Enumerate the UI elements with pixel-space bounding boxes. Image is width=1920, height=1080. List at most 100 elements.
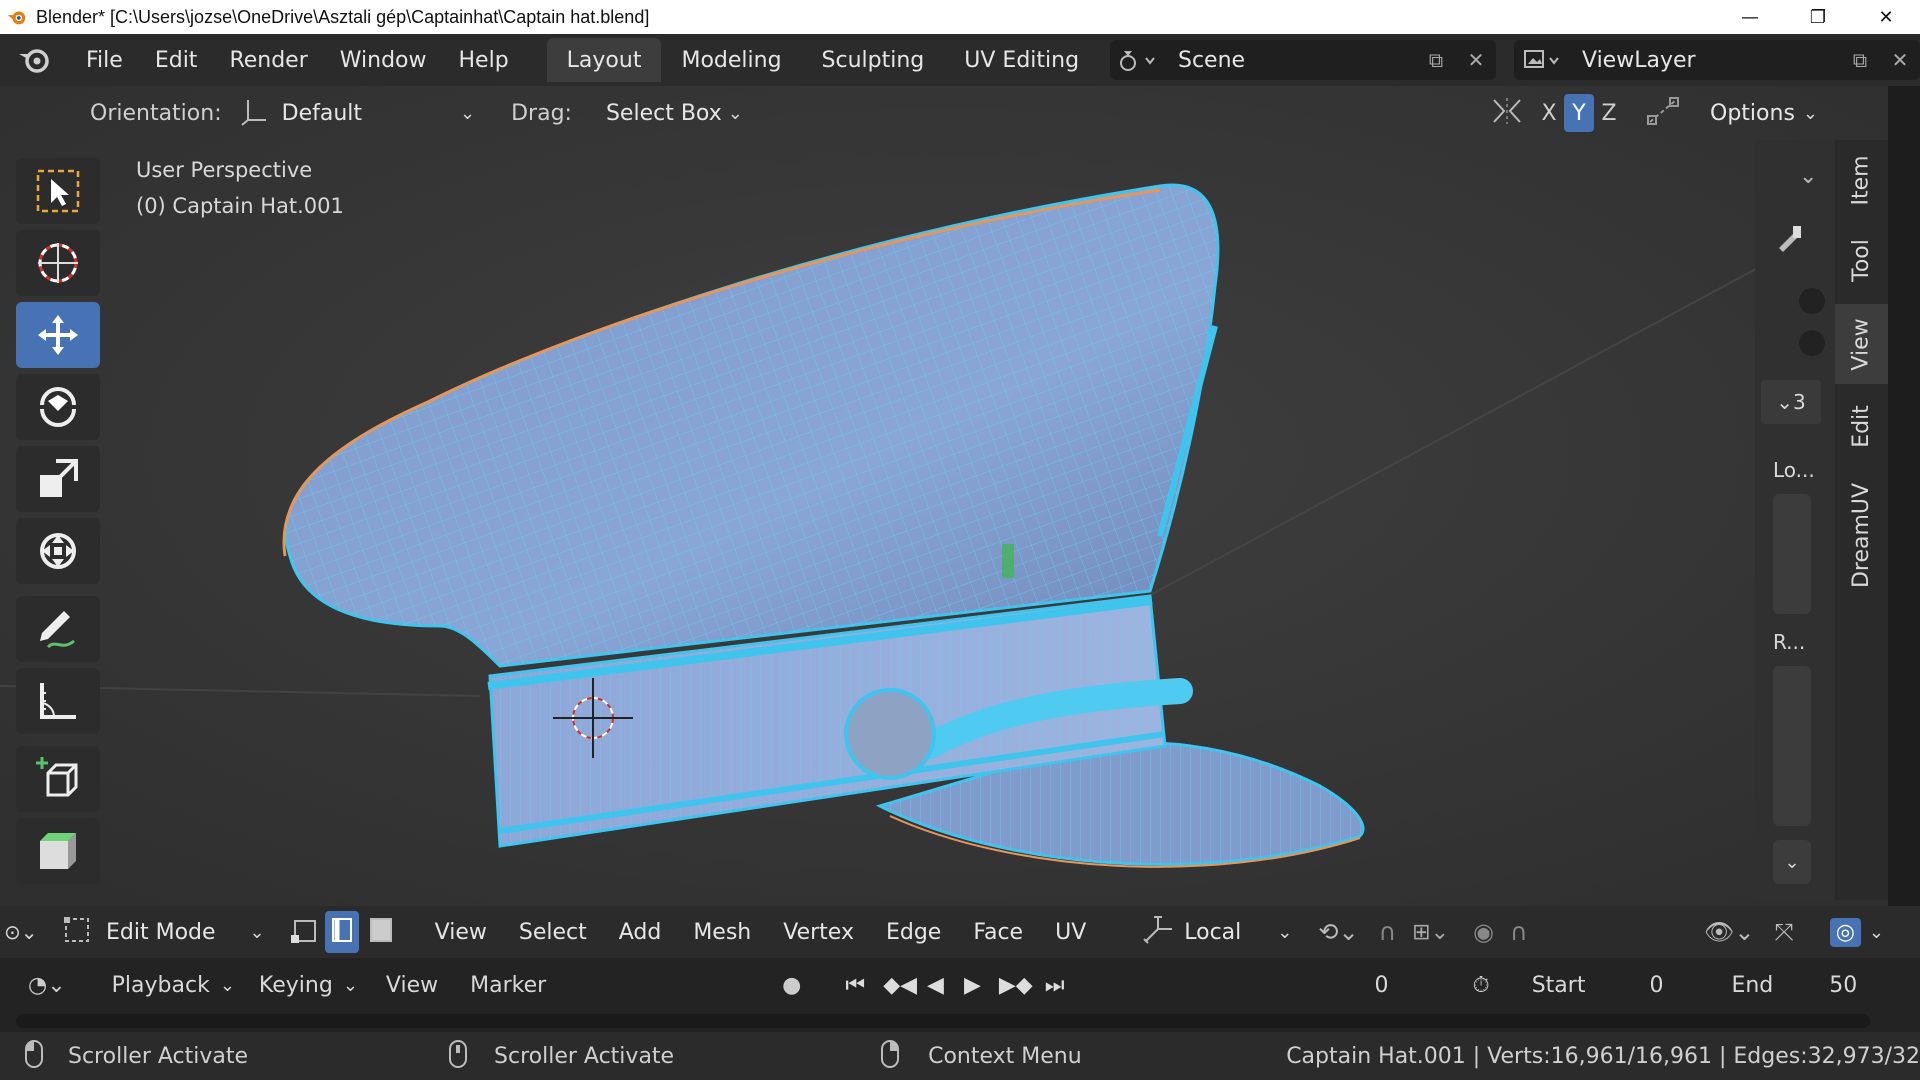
menu-keying[interactable]: Keying: [259, 973, 333, 998]
annotate-tool[interactable]: [16, 596, 100, 662]
menu-select[interactable]: Select: [519, 920, 587, 945]
menu-face[interactable]: Face: [973, 920, 1023, 945]
color-swatch-1[interactable]: [1799, 288, 1825, 314]
stopwatch-icon[interactable]: ⏱: [1473, 973, 1490, 998]
current-frame-field[interactable]: 0: [1375, 973, 1389, 998]
move-tool[interactable]: [16, 302, 100, 368]
eyedropper-icon[interactable]: [1775, 222, 1805, 256]
overlays-icon[interactable]: ◎: [1829, 917, 1861, 947]
proportional-edit-icon[interactable]: ◉: [1473, 918, 1494, 946]
select-box-tool[interactable]: [16, 158, 100, 224]
cursor-tool[interactable]: [16, 230, 100, 296]
remove-view-layer-icon[interactable]: ✕: [1880, 40, 1920, 80]
play-icon[interactable]: ▶: [964, 973, 981, 998]
jump-start-icon[interactable]: ⏮: [845, 973, 865, 998]
panel-collapse-icon[interactable]: ⌄: [1799, 164, 1817, 189]
editor-type-icon[interactable]: ⊙⌄: [4, 920, 40, 944]
chevron-down-icon[interactable]: ⌄: [1869, 922, 1884, 943]
menu-mesh[interactable]: Mesh: [693, 920, 751, 945]
chevron-down-icon[interactable]: ⌄: [220, 975, 235, 996]
chevron-down-icon[interactable]: ⌄: [460, 103, 475, 124]
subpanel-header[interactable]: ⌄ 3: [1761, 380, 1821, 424]
transform-tool[interactable]: [16, 518, 100, 584]
tab-modeling[interactable]: Modeling: [661, 38, 801, 82]
record-icon[interactable]: ●: [782, 973, 801, 998]
panel-field-2[interactable]: [1773, 666, 1811, 826]
menu-edit[interactable]: Edit: [139, 48, 214, 73]
3d-viewport[interactable]: Orientation: Default ⌄ Drag: Select Box …: [0, 86, 1888, 906]
rotate-tool[interactable]: [16, 374, 100, 440]
view-layer-icon[interactable]: [1514, 40, 1570, 80]
sidebar-tab-edit[interactable]: Edit: [1835, 386, 1888, 466]
scene-name[interactable]: Scene: [1178, 48, 1245, 73]
gizmo-icon[interactable]: ⤧: [1775, 918, 1794, 946]
mirror-x-toggle[interactable]: X: [1534, 94, 1564, 132]
timeline-editor-type-icon[interactable]: ◔⌄: [28, 973, 66, 998]
orientation-dropdown[interactable]: Default: [282, 101, 362, 126]
blender-logo-icon[interactable]: [16, 42, 52, 78]
menu-timeline-view[interactable]: View: [386, 973, 438, 998]
visibility-icon[interactable]: 👁⌄: [1704, 918, 1755, 946]
drag-dropdown[interactable]: Select Box: [606, 101, 722, 126]
sidebar-tab-item[interactable]: Item: [1835, 140, 1888, 220]
menu-add[interactable]: Add: [619, 920, 662, 945]
mirror-icon[interactable]: [1490, 96, 1524, 130]
snap-icon[interactable]: ∩: [1379, 918, 1397, 946]
new-view-layer-icon[interactable]: ⧉: [1840, 40, 1880, 80]
chevron-down-icon[interactable]: ⌄: [343, 975, 358, 996]
panel-field-1[interactable]: [1773, 494, 1811, 614]
minimize-button[interactable]: —: [1716, 0, 1784, 34]
scene-selector[interactable]: Scene ⧉ ✕: [1110, 40, 1496, 80]
sidebar-tab-tool[interactable]: Tool: [1835, 220, 1888, 300]
topology-mirror-icon[interactable]: [1646, 96, 1680, 130]
pivot-point-icon[interactable]: ⟲⌄: [1318, 918, 1358, 946]
tab-layout[interactable]: Layout: [546, 38, 662, 82]
snap-target-icon[interactable]: ⊞⌄: [1412, 920, 1449, 945]
tab-sculpting[interactable]: Sculpting: [802, 38, 945, 82]
menu-window[interactable]: Window: [324, 48, 443, 73]
menu-render[interactable]: Render: [213, 48, 323, 73]
scene-icon[interactable]: [1110, 40, 1166, 80]
scroll-down-icon[interactable]: ⌄: [1773, 840, 1811, 884]
close-window-button[interactable]: ✕: [1852, 0, 1920, 34]
options-dropdown[interactable]: Options: [1710, 101, 1795, 126]
restore-button[interactable]: ❐: [1784, 0, 1852, 34]
new-scene-icon[interactable]: ⧉: [1416, 40, 1456, 80]
falloff-icon[interactable]: ∩: [1510, 918, 1528, 946]
tab-uv-editing[interactable]: UV Editing: [944, 38, 1099, 82]
jump-end-icon[interactable]: ⏭: [1045, 973, 1065, 998]
edge-select-icon[interactable]: [324, 911, 359, 953]
menu-marker[interactable]: Marker: [470, 973, 546, 998]
chevron-down-icon[interactable]: ⌄: [250, 922, 265, 943]
measure-tool[interactable]: [16, 668, 100, 734]
menu-vertex[interactable]: Vertex: [783, 920, 854, 945]
vertex-select-icon[interactable]: [289, 915, 319, 949]
mirror-z-toggle[interactable]: Z: [1594, 94, 1624, 132]
color-swatch-2[interactable]: [1799, 330, 1825, 356]
extrude-tool[interactable]: [16, 818, 100, 884]
chevron-down-icon[interactable]: ⌄: [728, 103, 743, 124]
add-cube-tool[interactable]: [16, 746, 100, 812]
menu-help[interactable]: Help: [443, 48, 525, 73]
prev-keyframe-icon[interactable]: ◆◀: [883, 973, 917, 998]
sidebar-tab-view[interactable]: View: [1835, 304, 1888, 384]
sidebar-tab-dreamuv[interactable]: DreamUV: [1835, 470, 1888, 600]
chevron-down-icon[interactable]: ⌄: [1803, 103, 1818, 124]
chevron-down-icon[interactable]: ⌄: [1277, 922, 1292, 943]
view-layer-selector[interactable]: ViewLayer ⧉ ✕: [1514, 40, 1920, 80]
play-reverse-icon[interactable]: ◀: [927, 973, 944, 998]
face-select-icon[interactable]: [365, 915, 395, 949]
menu-view[interactable]: View: [435, 920, 487, 945]
end-frame-field[interactable]: 50: [1829, 973, 1857, 998]
view-layer-name[interactable]: ViewLayer: [1582, 48, 1696, 73]
scale-tool[interactable]: [16, 446, 100, 512]
menu-file[interactable]: File: [70, 48, 139, 73]
orientation-local-dropdown[interactable]: Local: [1184, 920, 1241, 945]
start-frame-field[interactable]: 0: [1649, 973, 1663, 998]
mirror-y-toggle[interactable]: Y: [1564, 94, 1595, 132]
next-keyframe-icon[interactable]: ▶◆: [999, 973, 1033, 998]
menu-playback[interactable]: Playback: [112, 973, 210, 998]
menu-edge[interactable]: Edge: [886, 920, 941, 945]
remove-scene-icon[interactable]: ✕: [1456, 40, 1496, 80]
menu-uv[interactable]: UV: [1055, 920, 1086, 945]
